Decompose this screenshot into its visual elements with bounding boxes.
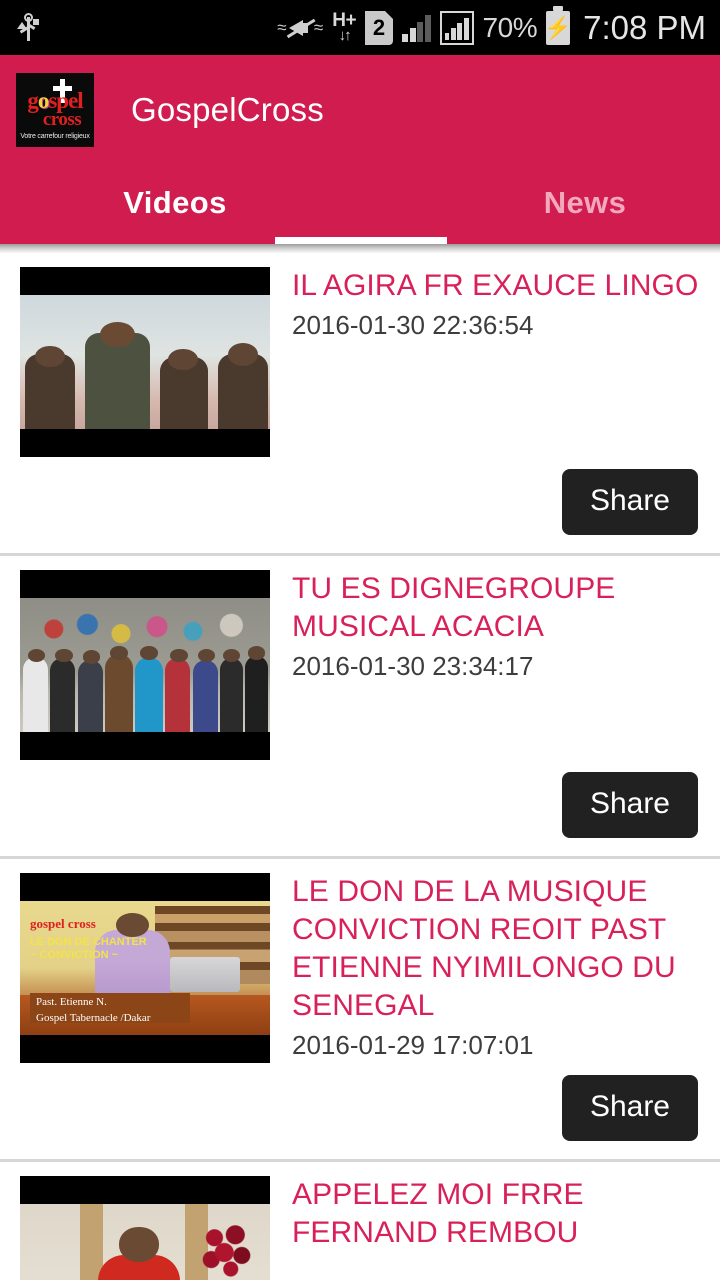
- tab-news[interactable]: News: [350, 165, 720, 244]
- video-date: 2016-01-29 17:07:01: [292, 1030, 534, 1060]
- share-button[interactable]: Share: [561, 1075, 698, 1141]
- video-thumbnail[interactable]: [20, 1176, 270, 1280]
- signal-bars-boxed-icon: [439, 10, 474, 45]
- share-button[interactable]: Share: [561, 772, 698, 838]
- battery-percent-label: 70%: [482, 11, 538, 43]
- tab-videos-label: Videos: [123, 184, 227, 220]
- video-thumbnail[interactable]: [20, 267, 270, 457]
- app-bar: gospel cross Votre carrefour religieux G…: [0, 55, 720, 253]
- thumbnail-caption-line1: Past. Etienne N.: [36, 996, 107, 1009]
- video-title: IL AGIRA FR EXAUCE LINGO: [292, 269, 699, 302]
- logo-word-gospel: gospel: [27, 87, 83, 113]
- app-bar-shadow: [0, 244, 720, 253]
- share-button[interactable]: Share: [561, 469, 698, 535]
- thumbnail-overlay-title-line2: ~ CONVICTION ~: [30, 948, 119, 961]
- status-bar: ≈ ≈ H+ ↓↑ 2 70% ⚡ 7:08 PM: [0, 0, 720, 55]
- thumbnail-overlay-title-line1: LE DON DE CHANTER: [30, 935, 147, 948]
- list-item[interactable]: gospel cross LE DON DE CHANTER ~ CONVICT…: [0, 859, 720, 1063]
- list-item[interactable]: IL AGIRA FR EXAUCE LINGO 2016-01-30 22:3…: [0, 253, 720, 457]
- video-thumbnail[interactable]: gospel cross LE DON DE CHANTER ~ CONVICT…: [20, 873, 270, 1063]
- video-date: 2016-01-30 23:34:17: [292, 651, 534, 681]
- video-meta: IL AGIRA FR EXAUCE LINGO 2016-01-30 22:3…: [270, 267, 720, 457]
- app-screen: ≈ ≈ H+ ↓↑ 2 70% ⚡ 7:08 PM gospel cross V…: [0, 0, 720, 1280]
- vibrate-mute-icon: ≈ ≈: [277, 17, 324, 38]
- tab-videos[interactable]: Videos: [0, 165, 350, 244]
- sim-badge: 2: [365, 10, 394, 45]
- video-thumbnail[interactable]: [20, 570, 270, 760]
- video-meta: LE DON DE LA MUSIQUE CONVICTION REOIT PA…: [270, 873, 720, 1063]
- usb-icon: [17, 12, 39, 43]
- tab-bar: Videos News: [0, 165, 720, 244]
- list-item[interactable]: APPELEZ MOI FRRE FERNAND REMBOU: [0, 1162, 720, 1280]
- status-bar-clock: 7:08 PM: [583, 8, 706, 46]
- video-meta: TU ES DIGNEGROUPE MUSICAL ACACIA 2016-01…: [270, 570, 720, 760]
- signal-bars-icon: [402, 14, 431, 42]
- list-item[interactable]: TU ES DIGNEGROUPE MUSICAL ACACIA 2016-01…: [0, 556, 720, 760]
- tab-news-label: News: [543, 184, 627, 220]
- video-title: LE DON DE LA MUSIQUE CONVICTION REOIT PA…: [292, 875, 676, 1022]
- share-row: Share: [0, 760, 720, 856]
- video-title: TU ES DIGNEGROUPE MUSICAL ACACIA: [292, 572, 616, 643]
- app-logo: gospel cross Votre carrefour religieux: [16, 73, 94, 147]
- share-row: Share: [0, 1063, 720, 1159]
- tab-active-indicator: [275, 237, 447, 244]
- thumbnail-lower-third: Past. Etienne N. Gospel Tabernacle /Daka…: [30, 993, 190, 1025]
- thumbnail-overlay-logo: gospel cross: [30, 915, 96, 931]
- video-title: APPELEZ MOI FRRE FERNAND REMBOU: [292, 1178, 584, 1249]
- logo-tagline: Votre carrefour religieux: [20, 132, 90, 140]
- page-title: GospelCross: [131, 91, 324, 128]
- logo-letter-o: o: [37, 87, 49, 113]
- video-date: 2016-01-30 22:36:54: [292, 310, 534, 340]
- thumbnail-caption-line2: Gospel Tabernacle /Dakar: [36, 1012, 151, 1025]
- battery-charging-icon: ⚡: [544, 5, 572, 45]
- app-bar-top: gospel cross Votre carrefour religieux G…: [0, 55, 720, 165]
- logo-word-cross: cross: [42, 108, 82, 130]
- data-arrows-icon: ↓↑: [338, 26, 352, 44]
- video-meta: APPELEZ MOI FRRE FERNAND REMBOU: [270, 1176, 720, 1280]
- network-type-icon: H+ ↓↑: [332, 11, 356, 44]
- share-row: Share: [0, 457, 720, 553]
- video-list: IL AGIRA FR EXAUCE LINGO 2016-01-30 22:3…: [0, 253, 720, 1280]
- thumbnail-overlay-title: LE DON DE CHANTER ~ CONVICTION ~: [30, 936, 147, 962]
